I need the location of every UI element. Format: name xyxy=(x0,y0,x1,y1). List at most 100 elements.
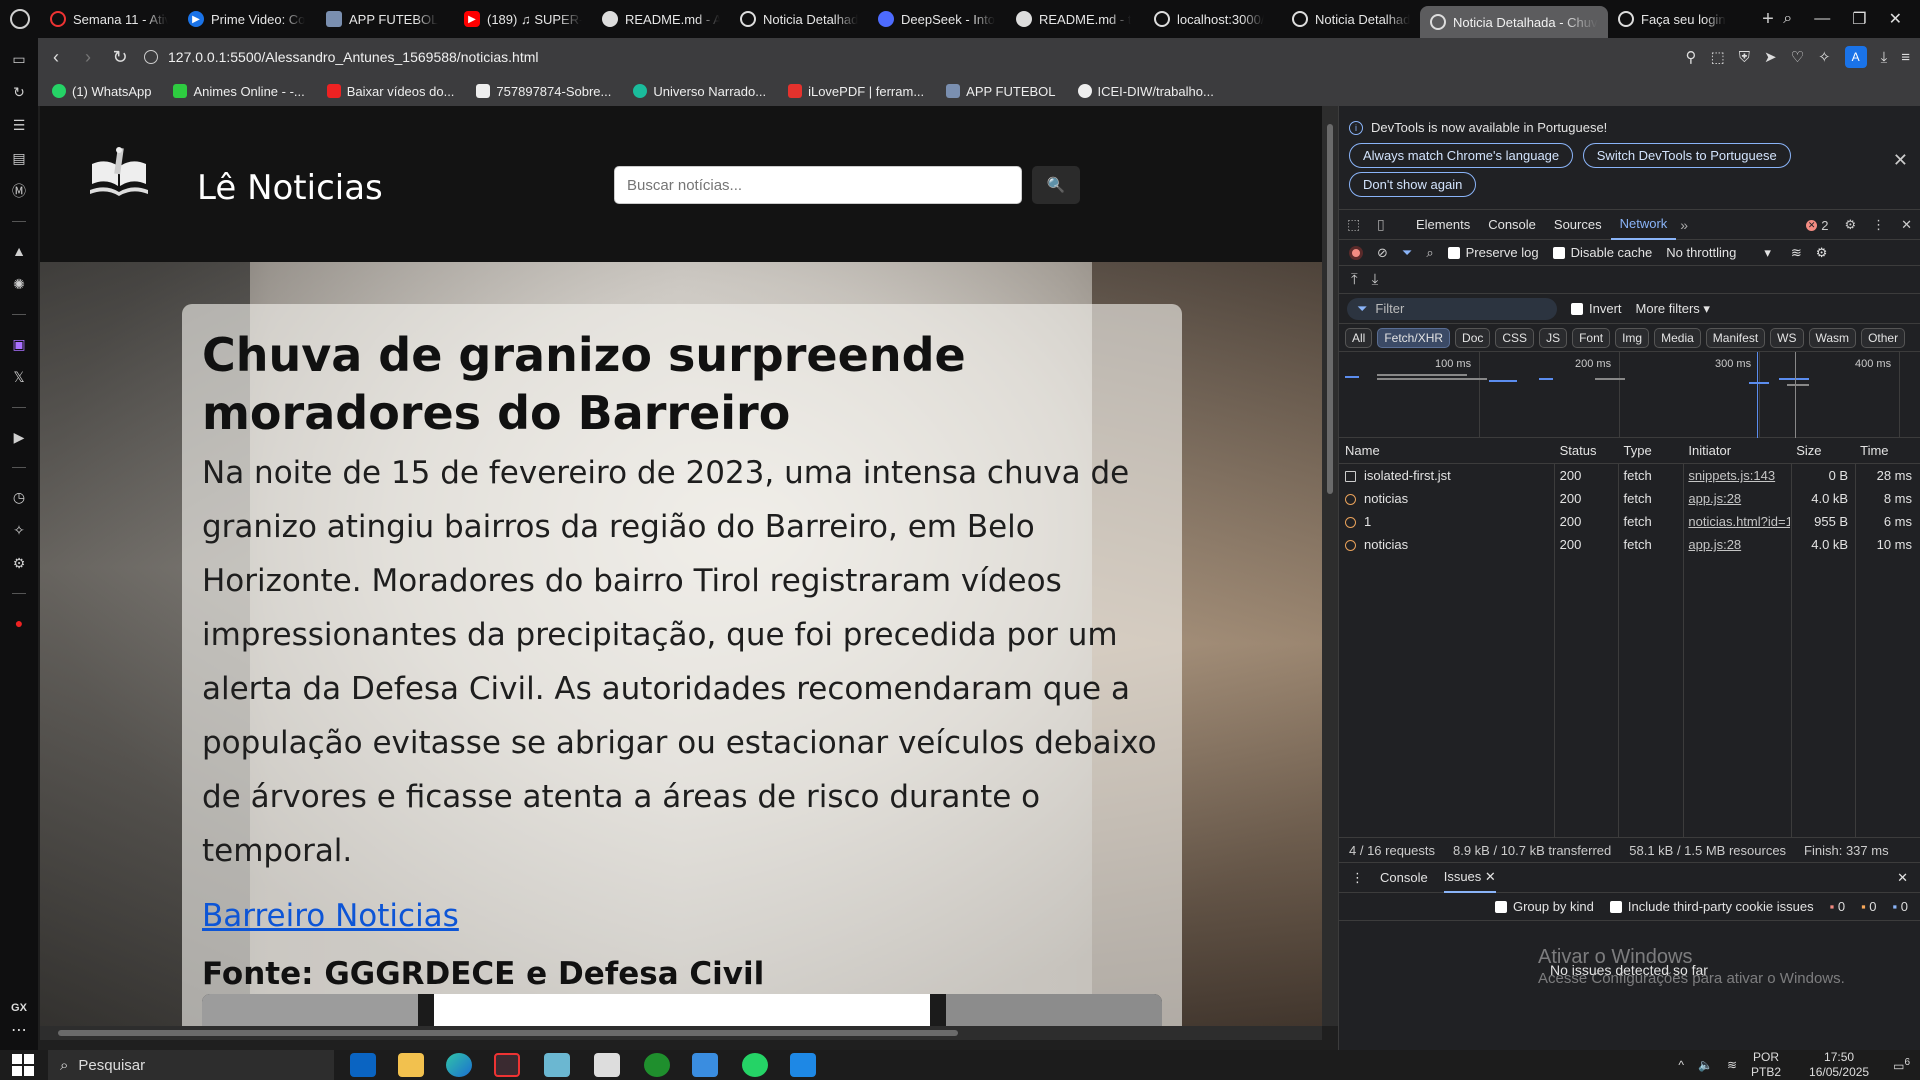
type-filter-ws[interactable]: WS xyxy=(1770,327,1804,348)
invert-checkbox[interactable]: Invert xyxy=(1571,301,1622,316)
type-filter-doc[interactable]: Doc xyxy=(1455,327,1491,348)
more-icon[interactable]: ⋯ xyxy=(11,1020,27,1040)
type-filter-font[interactable]: Font xyxy=(1572,327,1611,348)
type-filter-js[interactable]: JS xyxy=(1539,327,1568,348)
device-toggle-icon[interactable]: ▯ xyxy=(1377,216,1397,233)
search-button[interactable]: 🔍 xyxy=(1032,166,1080,204)
bookmark-whatsapp[interactable]: (1) WhatsApp xyxy=(52,84,151,99)
language-indicator[interactable]: POR PTB2 xyxy=(1751,1050,1781,1080)
messenger-icon[interactable]: ▭ xyxy=(7,47,31,71)
tab-readme-2[interactable]: README.md - t xyxy=(1006,4,1144,34)
column-time[interactable]: Time xyxy=(1854,443,1920,458)
tab-noticia-active[interactable]: Noticia Detalhada - Chuva xyxy=(1420,6,1608,38)
bookmark-baixar-videos[interactable]: Baixar vídeos do... xyxy=(326,84,454,99)
address-bar[interactable]: 127.0.0.1:5500/Alessandro_Antunes_156958… xyxy=(144,49,539,65)
profile-avatar[interactable]: A xyxy=(1844,46,1867,68)
snipping-tool-icon[interactable] xyxy=(594,1053,620,1077)
throttling-select[interactable]: No throttling ▾ xyxy=(1666,245,1771,261)
close-devtools-icon[interactable]: ✕ xyxy=(1901,217,1912,233)
more-filters-dropdown[interactable]: More filters ▾ xyxy=(1636,301,1710,317)
checkbox-box[interactable] xyxy=(1494,900,1507,913)
flow-icon[interactable]: ➤ xyxy=(1764,48,1777,66)
table-row[interactable]: noticias 200 fetch app.js:28 4.0 kB 10 m… xyxy=(1339,533,1920,556)
aria-icon[interactable]: ▲ xyxy=(7,239,31,263)
scrollbar-thumb[interactable] xyxy=(58,1030,958,1036)
page-vertical-scrollbar[interactable] xyxy=(1322,106,1338,1026)
wifi-icon[interactable]: ≋ xyxy=(1727,1058,1737,1072)
x-icon[interactable]: 𝕏 xyxy=(7,365,31,389)
twitch-icon[interactable]: ▣ xyxy=(7,332,31,356)
search-tabs-icon[interactable]: ⌕ xyxy=(1783,10,1792,28)
drawer-tab-console[interactable]: Console xyxy=(1380,863,1428,893)
page-horizontal-scrollbar[interactable] xyxy=(40,1026,1322,1040)
search-icon[interactable]: ⌕ xyxy=(1426,245,1433,261)
initiator-link[interactable]: app.js:28 xyxy=(1682,491,1790,506)
stack-icon[interactable]: ☰ xyxy=(7,113,31,137)
bookmark-animes[interactable]: Animes Online - -... xyxy=(173,84,305,99)
minimize-icon[interactable]: — xyxy=(1814,10,1830,28)
snapshot-icon[interactable]: ⬚ xyxy=(1711,48,1725,66)
download-icon[interactable]: ⤓ xyxy=(1881,49,1888,66)
shield-icon[interactable]: ⛨ xyxy=(1739,49,1750,66)
gallery-image[interactable] xyxy=(202,994,418,1026)
table-row[interactable]: isolated-first.jst 200 fetch snippets.js… xyxy=(1339,464,1920,487)
windows-start-icon[interactable] xyxy=(12,1054,34,1076)
site-info-icon[interactable] xyxy=(144,50,158,64)
bookmark-pdf[interactable]: 757897874-Sobre... xyxy=(476,84,611,99)
error-badge[interactable]: ✕ 2 xyxy=(1806,218,1828,233)
bookmark-universo[interactable]: Universo Narrado... xyxy=(633,84,766,99)
drawer-menu-icon[interactable]: ⋮ xyxy=(1351,870,1364,886)
tab-youtube[interactable]: ▶ (189) ♫ SUPER- xyxy=(454,4,592,34)
pin-icon[interactable]: ⚲ xyxy=(1686,48,1697,66)
tab-console[interactable]: Console xyxy=(1479,210,1545,240)
forward-button[interactable]: › xyxy=(74,43,102,71)
column-name[interactable]: Name xyxy=(1339,443,1554,458)
checkbox-box[interactable] xyxy=(1447,246,1460,259)
column-initiator[interactable]: Initiator xyxy=(1682,443,1790,458)
more-tabs-icon[interactable]: » xyxy=(1680,217,1700,233)
ublock-icon[interactable]: ● xyxy=(7,611,31,635)
switch-portuguese-button[interactable]: Switch DevTools to Portuguese xyxy=(1582,143,1791,168)
initiator-link[interactable]: snippets.js:143 xyxy=(1682,468,1790,483)
xbox-icon[interactable] xyxy=(644,1053,670,1077)
volume-icon[interactable]: 🔈 xyxy=(1698,1058,1713,1072)
filter-input[interactable]: ⏷ Filter xyxy=(1347,297,1557,320)
clock[interactable]: 17:50 16/05/2025 xyxy=(1809,1050,1869,1080)
opera-logo-icon[interactable] xyxy=(0,0,40,38)
tab-semana11[interactable]: Semana 11 - Ativ xyxy=(40,4,178,34)
close-banner-icon[interactable]: ✕ xyxy=(1893,150,1908,171)
history-icon[interactable]: ◷ xyxy=(7,485,31,509)
close-icon[interactable]: ✕ xyxy=(1889,9,1902,29)
microsoft-store-icon[interactable] xyxy=(692,1053,718,1077)
tab-noticia-2[interactable]: Noticia Detalhad xyxy=(1282,4,1420,34)
notifications-icon[interactable]: ▭6 xyxy=(1893,1057,1910,1073)
gx-icon[interactable]: GX xyxy=(11,1002,27,1014)
tab-prime-video[interactable]: ▶ Prime Video: Co xyxy=(178,4,316,34)
tab-localhost[interactable]: localhost:3000/ xyxy=(1144,4,1282,34)
tab-noticia-1[interactable]: Noticia Detalhad xyxy=(730,4,868,34)
checkbox-box[interactable] xyxy=(1571,302,1583,315)
tab-sources[interactable]: Sources xyxy=(1545,210,1611,240)
gallery-image[interactable] xyxy=(946,994,1162,1026)
article-source-link[interactable]: Barreiro Noticias xyxy=(202,898,1162,934)
type-filter-img[interactable]: Img xyxy=(1615,327,1650,348)
network-settings-icon[interactable]: ⚙ xyxy=(1816,245,1828,261)
filter-funnel-icon[interactable]: ⏷ xyxy=(1402,245,1412,261)
extensions-puzzle-icon[interactable]: ✧ xyxy=(1818,48,1831,66)
initiator-link[interactable]: app.js:28 xyxy=(1682,537,1790,552)
group-by-kind-checkbox[interactable]: Group by kind xyxy=(1494,899,1594,914)
notes-icon[interactable]: ▤ xyxy=(7,146,31,170)
tab-network[interactable]: Network xyxy=(1610,210,1677,240)
export-har-icon[interactable]: ⤓ xyxy=(1372,271,1379,288)
network-conditions-icon[interactable]: ≋ xyxy=(1791,245,1802,261)
refresh-sidebar-icon[interactable]: ↻ xyxy=(7,80,31,104)
disable-cache-checkbox[interactable]: Disable cache xyxy=(1552,245,1652,260)
reload-button[interactable]: ↻ xyxy=(106,43,134,71)
column-type[interactable]: Type xyxy=(1618,443,1683,458)
clear-icon[interactable]: ⊘ xyxy=(1377,245,1388,261)
vscode-icon[interactable] xyxy=(790,1053,816,1077)
bookmark-icei[interactable]: ICEI-DIW/trabalho... xyxy=(1077,84,1214,99)
type-filter-manifest[interactable]: Manifest xyxy=(1705,327,1766,348)
type-filter-other[interactable]: Other xyxy=(1861,327,1906,348)
taskbar-search[interactable]: ⌕ Pesquisar xyxy=(48,1050,334,1080)
